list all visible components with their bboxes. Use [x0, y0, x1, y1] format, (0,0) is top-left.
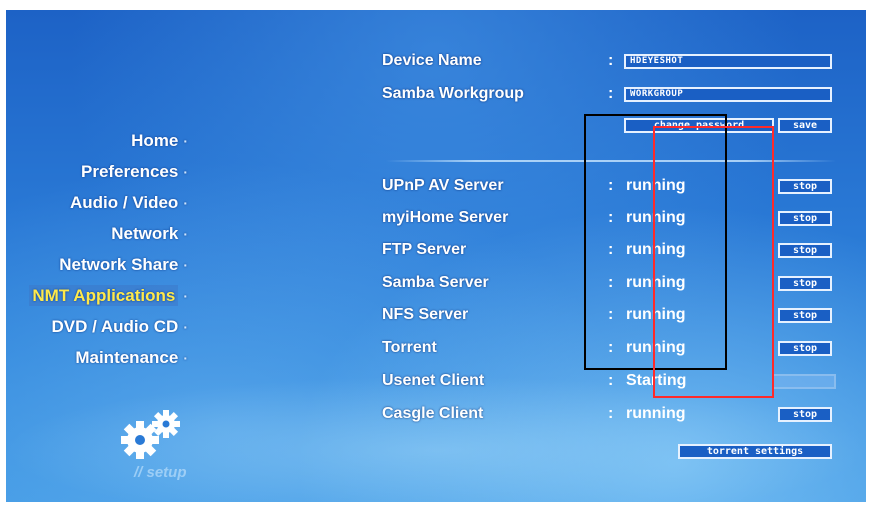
menu-item-nmt-applications[interactable]: NMT Applications ·: [29, 283, 188, 309]
menu-item-preferences[interactable]: Preferences ·: [81, 159, 188, 185]
menu-bullet: ·: [183, 195, 188, 211]
menu-item-label: Audio / Video: [70, 193, 179, 212]
stop-button[interactable]: stop: [778, 341, 832, 356]
service-name: Samba Server: [382, 274, 489, 291]
menu-bullet: ·: [183, 133, 188, 149]
service-status: running: [626, 405, 686, 422]
service-name: Usenet Client: [382, 372, 485, 389]
menu-bullet: ·: [183, 288, 188, 304]
samba-workgroup-label: Samba Workgroup: [382, 85, 524, 102]
menu-bullet: ·: [183, 350, 188, 366]
stop-button[interactable]: stop: [778, 211, 832, 226]
stop-button[interactable]: stop: [778, 243, 832, 258]
menu-item-network-share[interactable]: Network Share ·: [59, 252, 188, 278]
menu-bullet: ·: [183, 319, 188, 335]
samba-workgroup-field[interactable]: WORKGROUP: [624, 87, 832, 102]
menu-item-label: DVD / Audio CD: [51, 317, 179, 336]
colon: :: [608, 85, 614, 102]
service-name: Casgle Client: [382, 405, 484, 422]
service-name: UPnP AV Server: [382, 177, 504, 194]
menu-item-label: NMT Applications: [29, 285, 179, 306]
menu-item-label: Network: [111, 224, 179, 243]
menu-item-maintenance[interactable]: Maintenance ·: [75, 345, 188, 371]
menu-item-audio-video[interactable]: Audio / Video ·: [70, 190, 188, 216]
service-name: myiHome Server: [382, 209, 509, 226]
torrent-settings-button[interactable]: torrent settings: [678, 444, 832, 459]
service-name: Torrent: [382, 339, 437, 356]
device-name-field[interactable]: HDEYESHOT: [624, 54, 832, 69]
menu-item-label: Network Share: [59, 255, 179, 274]
service-name: NFS Server: [382, 306, 469, 323]
save-button[interactable]: save: [778, 118, 832, 133]
colon: :: [608, 372, 614, 389]
colon: :: [608, 52, 614, 69]
menu-item-label: Maintenance: [75, 348, 179, 367]
disabled-service-button: [772, 374, 836, 389]
menu-item-label: Preferences: [80, 162, 179, 181]
menu-bullet: ·: [183, 164, 188, 180]
menu-item-dvd-audio-cd[interactable]: DVD / Audio CD ·: [51, 314, 188, 340]
gears-icon: [121, 410, 180, 459]
device-name-label: Device Name: [382, 52, 482, 69]
menu-item-network[interactable]: Network ·: [111, 221, 188, 247]
stop-button[interactable]: stop: [778, 276, 832, 291]
menu-item-home[interactable]: Home ·: [131, 128, 188, 154]
setup-footer: // setup: [134, 464, 187, 481]
stop-button[interactable]: stop: [778, 308, 832, 323]
menu-bullet: ·: [183, 226, 188, 242]
stop-button[interactable]: stop: [778, 407, 832, 422]
service-name: FTP Server: [382, 241, 467, 258]
menu-item-label: Home: [131, 131, 179, 150]
stop-button[interactable]: stop: [778, 179, 832, 194]
colon: :: [608, 405, 614, 422]
menu-bullet: ·: [183, 257, 188, 273]
annotation-red-box: [653, 126, 774, 398]
